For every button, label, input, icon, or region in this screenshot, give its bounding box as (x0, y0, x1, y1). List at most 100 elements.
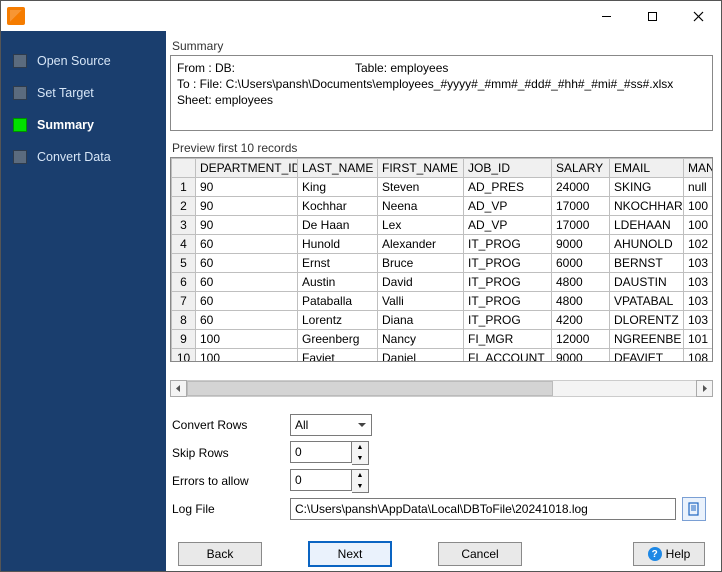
table-row[interactable]: 290KochharNeenaAD_VP17000NKOCHHAR100 (172, 196, 714, 215)
minimize-button[interactable] (583, 1, 629, 31)
table-cell[interactable]: Greenberg (298, 329, 378, 348)
preview-table[interactable]: DEPARTMENT_ID LAST_NAME FIRST_NAME JOB_I… (170, 157, 713, 362)
close-button[interactable] (675, 1, 721, 31)
table-cell[interactable]: 108 (684, 348, 714, 362)
table-cell[interactable]: IT_PROG (464, 310, 552, 329)
table-cell[interactable]: FI_ACCOUNT (464, 348, 552, 362)
table-row[interactable]: 560ErnstBruceIT_PROG6000BERNST103 (172, 253, 714, 272)
col-header[interactable]: EMAIL (610, 158, 684, 177)
col-header[interactable]: SALARY (552, 158, 610, 177)
table-cell[interactable]: Kochhar (298, 196, 378, 215)
table-cell[interactable]: 100 (196, 348, 298, 362)
table-cell[interactable]: 12000 (552, 329, 610, 348)
table-row[interactable]: 860LorentzDianaIT_PROG4200DLORENTZ103 (172, 310, 714, 329)
next-button[interactable]: Next (308, 541, 392, 567)
table-cell[interactable]: 60 (196, 310, 298, 329)
table-cell[interactable]: King (298, 177, 378, 196)
scroll-left-button[interactable] (170, 380, 187, 397)
table-row[interactable]: 460HunoldAlexanderIT_PROG9000AHUNOLD102 (172, 234, 714, 253)
table-cell[interactable]: Daniel (378, 348, 464, 362)
table-cell[interactable]: Lorentz (298, 310, 378, 329)
step-open-source[interactable]: Open Source (1, 45, 166, 77)
table-cell[interactable]: 103 (684, 272, 714, 291)
table-row[interactable]: 760PataballaValliIT_PROG4800VPATABAL103 (172, 291, 714, 310)
table-cell[interactable]: 17000 (552, 196, 610, 215)
table-cell[interactable]: 102 (684, 234, 714, 253)
spin-down-icon[interactable]: ▼ (352, 481, 368, 492)
table-cell[interactable]: 101 (684, 329, 714, 348)
table-cell[interactable]: Austin (298, 272, 378, 291)
table-cell[interactable]: Bruce (378, 253, 464, 272)
table-cell[interactable]: LDEHAAN (610, 215, 684, 234)
table-cell[interactable]: IT_PROG (464, 234, 552, 253)
browse-logfile-button[interactable] (682, 497, 706, 521)
table-cell[interactable]: 60 (196, 291, 298, 310)
convert-rows-select[interactable] (290, 414, 372, 436)
maximize-button[interactable] (629, 1, 675, 31)
table-cell[interactable]: 103 (684, 310, 714, 329)
table-cell[interactable]: Pataballa (298, 291, 378, 310)
col-header[interactable]: MANAG (684, 158, 714, 177)
table-cell[interactable]: VPATABAL (610, 291, 684, 310)
table-cell[interactable]: AHUNOLD (610, 234, 684, 253)
table-cell[interactable]: 60 (196, 253, 298, 272)
table-cell[interactable]: Diana (378, 310, 464, 329)
table-cell[interactable]: DAUSTIN (610, 272, 684, 291)
table-cell[interactable]: NKOCHHAR (610, 196, 684, 215)
table-cell[interactable]: Ernst (298, 253, 378, 272)
scroll-thumb[interactable] (187, 381, 553, 396)
col-header[interactable]: LAST_NAME (298, 158, 378, 177)
table-cell[interactable]: Nancy (378, 329, 464, 348)
table-cell[interactable]: 100 (684, 215, 714, 234)
scroll-track[interactable] (187, 380, 696, 397)
table-cell[interactable]: BERNST (610, 253, 684, 272)
table-cell[interactable]: 60 (196, 272, 298, 291)
table-cell[interactable]: AD_VP (464, 196, 552, 215)
table-row[interactable]: 390De HaanLexAD_VP17000LDEHAAN100 (172, 215, 714, 234)
col-header[interactable]: JOB_ID (464, 158, 552, 177)
table-cell[interactable]: AD_VP (464, 215, 552, 234)
table-cell[interactable]: Steven (378, 177, 464, 196)
table-cell[interactable]: Hunold (298, 234, 378, 253)
cancel-button[interactable]: Cancel (438, 542, 522, 566)
table-cell[interactable]: 4200 (552, 310, 610, 329)
back-button[interactable]: Back (178, 542, 262, 566)
step-convert-data[interactable]: Convert Data (1, 141, 166, 173)
step-set-target[interactable]: Set Target (1, 77, 166, 109)
spin-up-icon[interactable]: ▲ (352, 470, 368, 481)
table-cell[interactable]: DFAVIET (610, 348, 684, 362)
table-cell[interactable]: 24000 (552, 177, 610, 196)
logfile-input[interactable] (290, 498, 676, 520)
table-cell[interactable]: null (684, 177, 714, 196)
table-cell[interactable]: 103 (684, 253, 714, 272)
table-cell[interactable]: IT_PROG (464, 253, 552, 272)
table-cell[interactable]: Faviet (298, 348, 378, 362)
table-cell[interactable]: NGREENBE (610, 329, 684, 348)
table-row[interactable]: 190KingStevenAD_PRES24000SKINGnull (172, 177, 714, 196)
table-cell[interactable]: AD_PRES (464, 177, 552, 196)
col-header[interactable]: DEPARTMENT_ID (196, 158, 298, 177)
table-cell[interactable]: 103 (684, 291, 714, 310)
table-cell[interactable]: IT_PROG (464, 291, 552, 310)
table-cell[interactable]: 17000 (552, 215, 610, 234)
horizontal-scrollbar[interactable] (170, 380, 713, 397)
table-row[interactable]: 660AustinDavidIT_PROG4800DAUSTIN103 (172, 272, 714, 291)
table-row[interactable]: 10100FavietDanielFI_ACCOUNT9000DFAVIET10… (172, 348, 714, 362)
step-summary[interactable]: Summary (1, 109, 166, 141)
table-cell[interactable]: 90 (196, 215, 298, 234)
table-cell[interactable]: 60 (196, 234, 298, 253)
table-row[interactable]: 9100GreenbergNancyFI_MGR12000NGREENBE101 (172, 329, 714, 348)
table-cell[interactable]: Alexander (378, 234, 464, 253)
table-cell[interactable]: 4800 (552, 291, 610, 310)
errors-spinner[interactable] (290, 469, 352, 491)
table-cell[interactable]: IT_PROG (464, 272, 552, 291)
table-cell[interactable]: 6000 (552, 253, 610, 272)
scroll-right-button[interactable] (696, 380, 713, 397)
table-cell[interactable]: FI_MGR (464, 329, 552, 348)
table-cell[interactable]: DLORENTZ (610, 310, 684, 329)
table-cell[interactable]: SKING (610, 177, 684, 196)
table-cell[interactable]: 100 (196, 329, 298, 348)
table-cell[interactable]: Valli (378, 291, 464, 310)
table-cell[interactable]: 100 (684, 196, 714, 215)
help-button[interactable]: ? Help (633, 542, 705, 566)
